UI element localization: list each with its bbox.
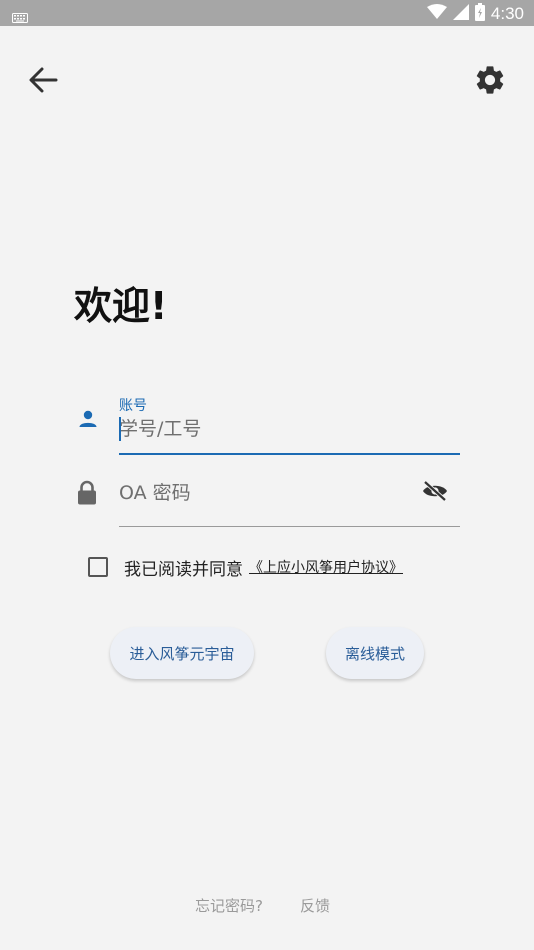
- toggle-password-visibility-button[interactable]: [420, 478, 450, 504]
- text-cursor: [119, 417, 121, 441]
- back-button[interactable]: [24, 62, 62, 98]
- person-icon: [76, 407, 100, 435]
- password-field[interactable]: [76, 472, 460, 529]
- status-time: 4:30: [490, 4, 524, 23]
- battery-icon: [474, 3, 485, 25]
- account-underline: [119, 453, 460, 455]
- feedback-link[interactable]: 反馈: [300, 895, 330, 916]
- footer: 忘记密码? 反馈: [0, 895, 534, 915]
- offline-mode-button[interactable]: 离线模式: [326, 627, 424, 679]
- account-input[interactable]: [119, 415, 460, 443]
- account-label: 账号: [119, 398, 147, 414]
- agreement-row: 我已阅读并同意 《上应小风筝用户协议》: [88, 555, 403, 580]
- signal-icon: [452, 4, 469, 24]
- status-bar: 4:30: [0, 0, 534, 26]
- password-underline: [119, 526, 460, 527]
- arrow-left-icon: [29, 67, 58, 93]
- user-agreement-link[interactable]: 《上应小风筝用户协议》: [249, 557, 403, 577]
- agreement-text: 我已阅读并同意: [124, 559, 243, 580]
- account-field[interactable]: 账号: [76, 395, 460, 457]
- forgot-password-link[interactable]: 忘记密码?: [195, 895, 263, 916]
- wifi-icon: [426, 4, 447, 24]
- password-input[interactable]: [119, 479, 460, 507]
- lock-icon: [76, 480, 98, 510]
- keyboard-icon: [12, 8, 28, 27]
- eye-off-icon: [423, 480, 447, 502]
- agreement-checkbox[interactable]: [88, 557, 108, 577]
- welcome-title: 欢迎!: [74, 284, 168, 328]
- login-screen: 4:30 欢迎! 账号 学号/工号 我已阅读并同意 《上应小风筝用户协议》 进入…: [0, 0, 534, 950]
- gear-icon: [476, 66, 504, 94]
- enter-button[interactable]: 进入风筝元宇宙: [110, 627, 254, 679]
- settings-button[interactable]: [470, 60, 510, 100]
